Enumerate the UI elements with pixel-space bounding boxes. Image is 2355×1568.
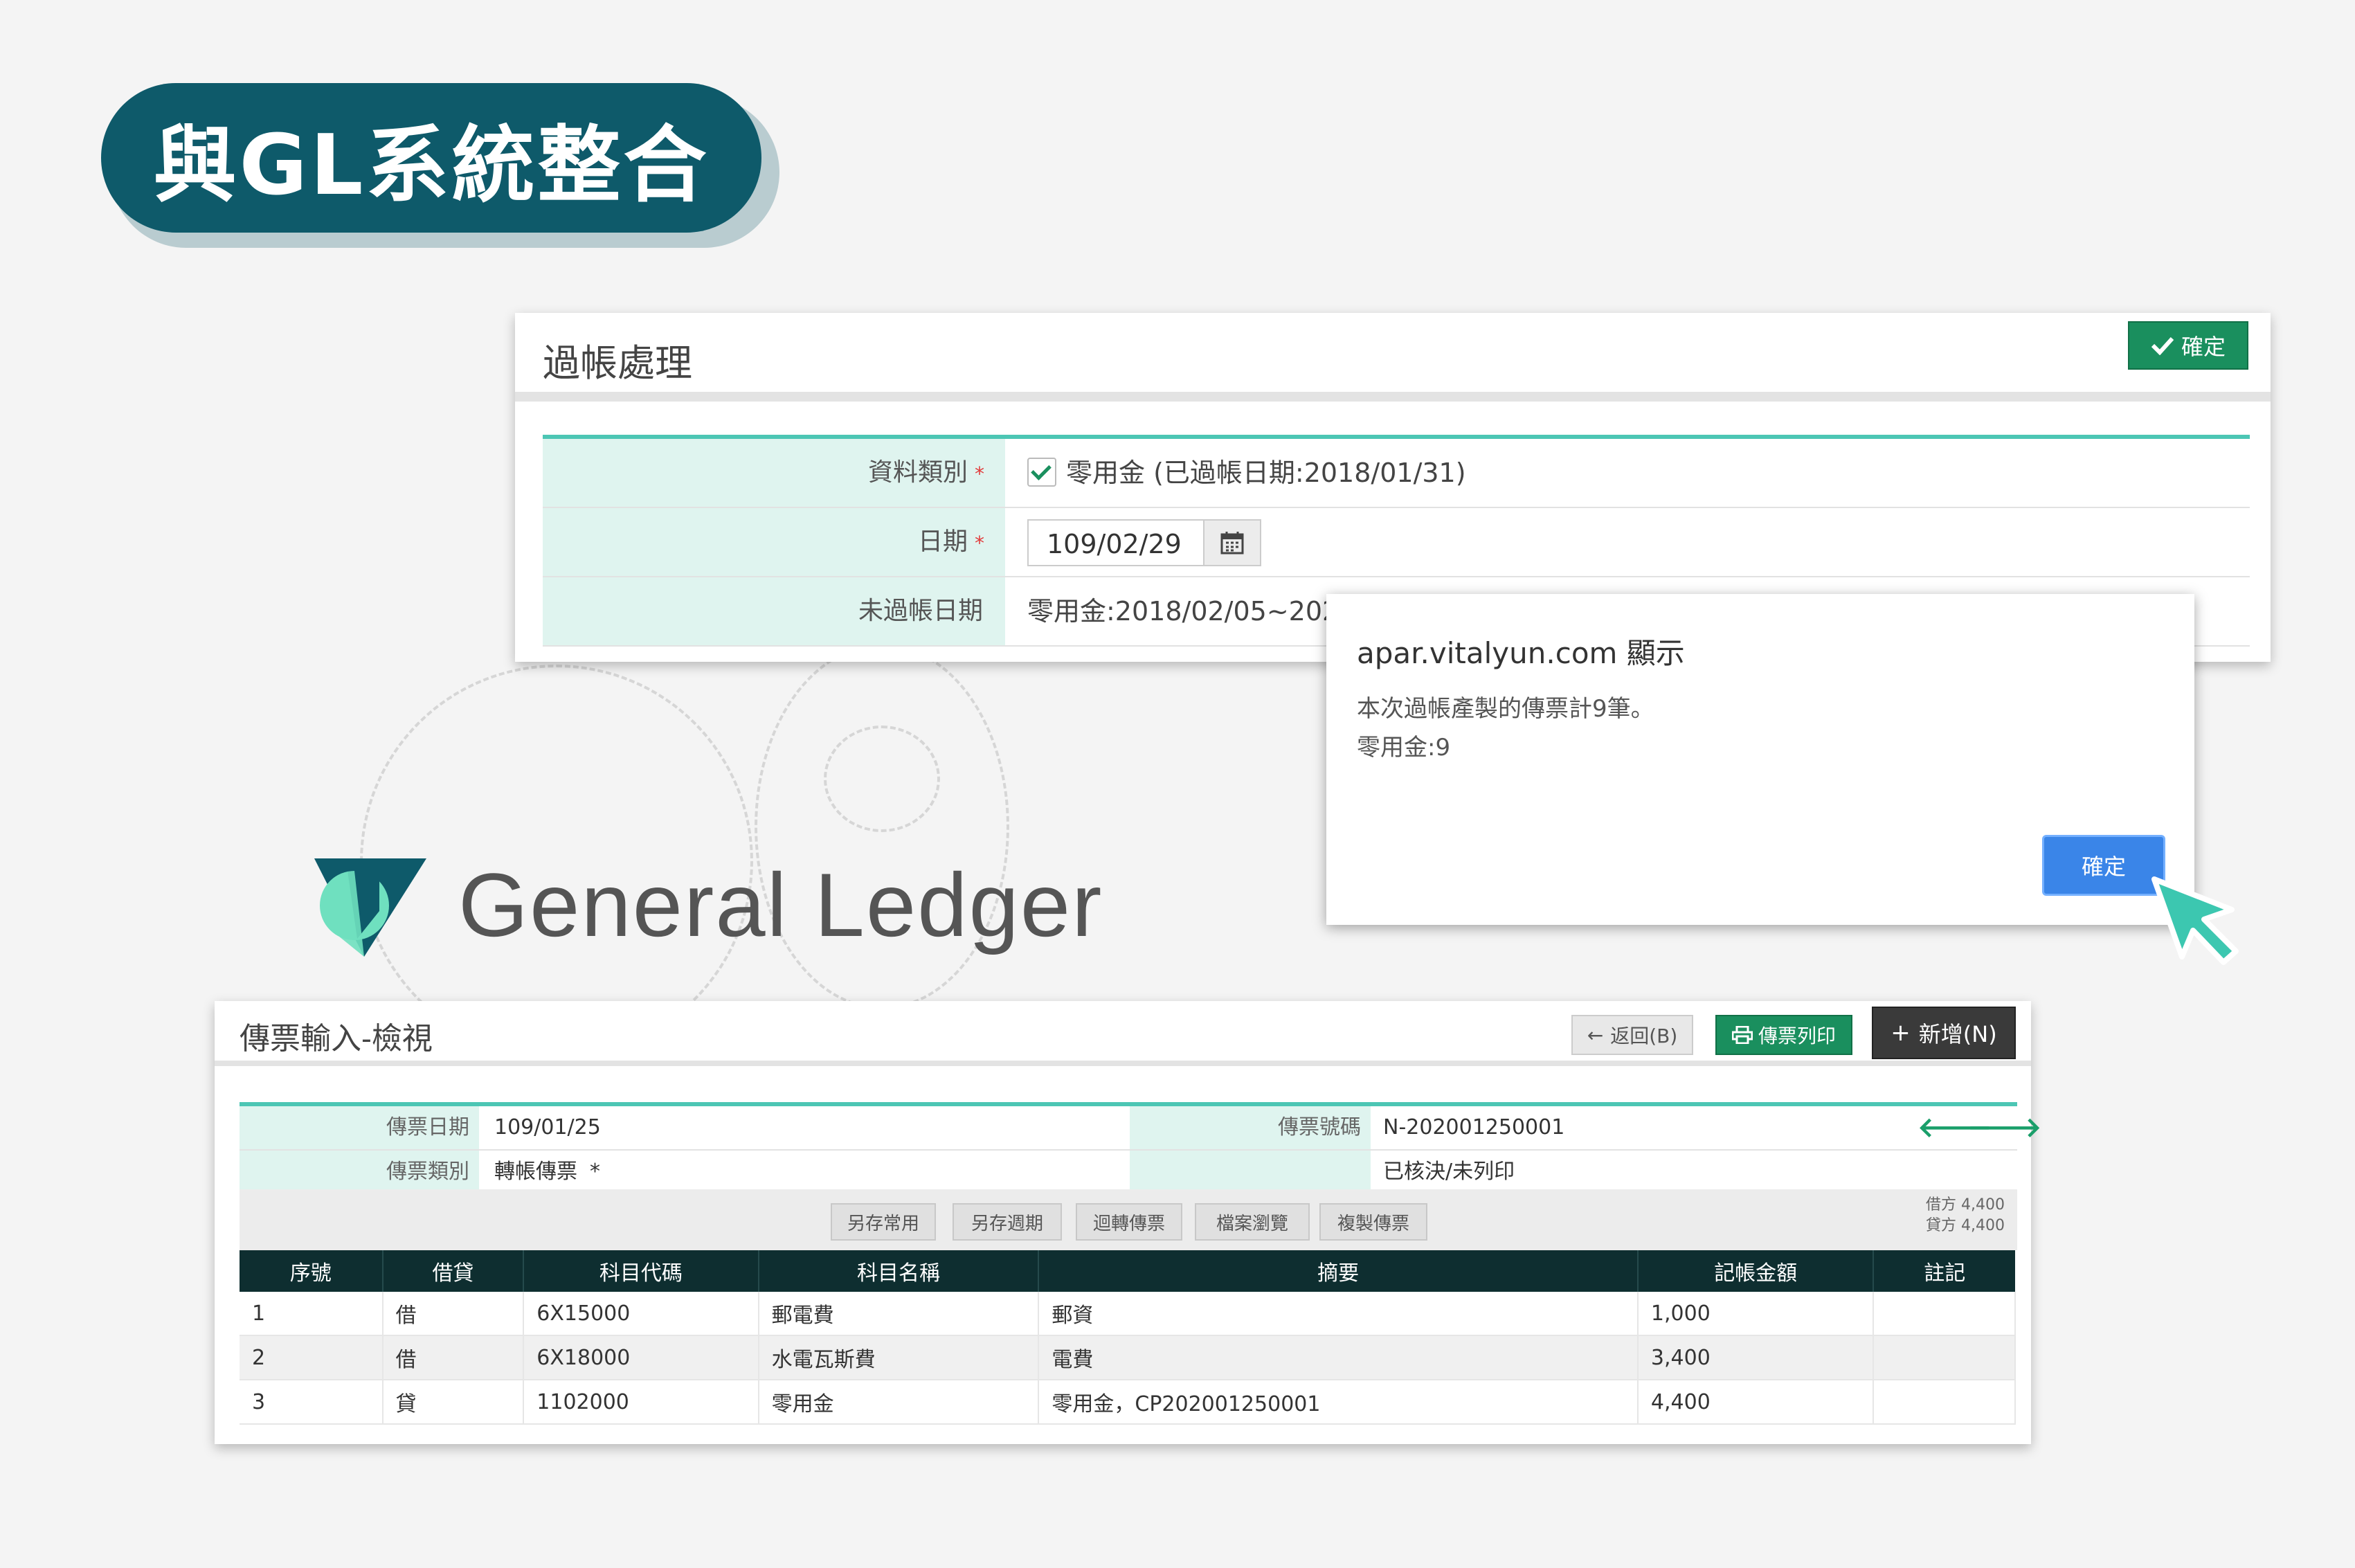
add-new-label: 新增(N) [1918,1021,1997,1047]
arrow-left-icon: ← [1587,1023,1604,1047]
column-header[interactable]: 借貸 [382,1250,525,1292]
voucher-type-marker: * [590,1160,600,1184]
table-cell: 借 [382,1335,525,1380]
table-cell: 6X18000 [523,1335,759,1380]
table-cell: 借 [382,1292,525,1336]
table-cell: 貸 [382,1380,525,1425]
table-cell: 水電瓦斯費 [758,1335,1040,1380]
save-as-periodic-button[interactable]: 另存週期 [953,1203,1062,1241]
posting-panel-title: 過帳處理 [543,341,692,385]
required-mark: * [975,462,984,485]
table-row[interactable]: 2 借 6X18000 水電瓦斯費 電費 3,400 [240,1335,2016,1380]
banner-title: 與GL系統整合 [101,83,761,233]
voucher-totals: 借方 4,400 貸方 4,400 [1926,1195,2005,1236]
cursor-icon [2151,876,2239,965]
dialog-ok-button[interactable]: 確定 [2042,835,2165,896]
confirm-button-label: 確定 [2181,334,2226,360]
table-cell: 3,400 [1637,1335,1875,1380]
back-button[interactable]: ← 返回(B) [1571,1015,1693,1055]
general-ledger-logo-icon [314,858,426,957]
data-type-value-text: 零用金 (已過帳日期:2018/01/31) [1066,458,1466,488]
column-header[interactable]: 記帳金額 [1637,1250,1875,1292]
reverse-voucher-button[interactable]: 迴轉傳票 [1076,1203,1182,1241]
check-icon [2151,336,2174,355]
table-cell: 1 [240,1292,384,1336]
voucher-row-1: 傳票日期 109/01/25 傳票號碼 N-202001250001 🡐 🡒 [240,1106,2041,1151]
dialog-message-line1: 本次過帳產製的傳票計9筆。 [1357,695,1654,723]
table-cell: 零用金 [758,1380,1040,1425]
voucher-status-value: 已核決/未列印 [1383,1160,1515,1184]
alert-dialog: apar.vitalyun.com 顯示 本次過帳產製的傳票計9筆。 零用金:9… [1326,594,2194,925]
voucher-panel: 傳票輸入-檢視 ← 返回(B) 傳票列印 + 新增(N) 傳票日期 109/01/2… [215,1001,2041,1444]
dialog-message-line2: 零用金:9 [1357,734,1451,762]
table-cell: 4,400 [1637,1380,1875,1425]
voucher-row-2: 傳票類別 轉帳傳票 * 已核決/未列印 [240,1151,2017,1195]
voucher-number-label: 傳票號碼 [1130,1106,1371,1149]
print-voucher-button[interactable]: 傳票列印 [1715,1015,1852,1055]
table-row[interactable]: 1 借 6X15000 郵電費 郵資 1,000 [240,1292,2016,1336]
copy-voucher-button[interactable]: 複製傳票 [1319,1203,1427,1241]
dialog-title: apar.vitalyun.com 顯示 [1357,636,1685,670]
column-header[interactable]: 摘要 [1038,1250,1639,1292]
form-row-data-type: 資料類別 * 零用金 (已過帳日期:2018/01/31) [543,439,2250,508]
data-type-checkbox[interactable] [1027,457,1056,487]
posting-panel-header: 過帳處理 確定 [515,313,2271,402]
data-type-label-text: 資料類別 [867,458,968,487]
data-type-value: 零用金 (已過帳日期:2018/01/31) [1027,439,1466,507]
add-new-button[interactable]: + 新增(N) [1872,1007,2016,1059]
voucher-entries-table: 序號 借貸 科目代碼 科目名稱 摘要 記帳金額 註記 1 借 6X15000 郵… [240,1250,2016,1425]
confirm-button[interactable]: 確定 [2128,321,2248,370]
next-voucher-arrow-icon[interactable]: 🡒 [1967,1106,2041,1149]
voucher-action-bar: 另存常用 另存週期 迴轉傳票 檔案瀏覽 複製傳票 借方 4,400 貸方 4,4… [240,1189,2017,1250]
required-mark: * [975,532,984,555]
table-header-row: 序號 借貸 科目代碼 科目名稱 摘要 記帳金額 註記 [240,1250,2015,1292]
column-header[interactable]: 科目代碼 [523,1250,759,1292]
column-header[interactable]: 序號 [240,1250,384,1292]
date-label: 日期 * [543,508,1005,576]
print-voucher-label: 傳票列印 [1758,1025,1836,1047]
table-cell [1873,1292,2016,1336]
save-as-common-button[interactable]: 另存常用 [831,1203,936,1241]
voucher-date-label: 傳票日期 [240,1106,479,1149]
table-cell: 郵資 [1038,1292,1639,1336]
voucher-form: 傳票日期 109/01/25 傳票號碼 N-202001250001 🡐 🡒 傳… [240,1102,2041,1195]
browse-files-button[interactable]: 檔案瀏覽 [1195,1203,1310,1241]
column-header[interactable]: 註記 [1873,1250,2015,1292]
form-row-date: 日期 * 109/02/29 [543,508,2250,577]
table-cell: 6X15000 [523,1292,759,1336]
unposted-date-label: 未過帳日期 [543,577,1005,645]
plus-icon: + [1891,1019,1911,1047]
voucher-panel-title: 傳票輸入-檢視 [240,1021,433,1056]
general-ledger-logo-text: General Ledger [458,854,1103,955]
back-button-label: 返回(B) [1610,1025,1678,1047]
voucher-number-value: N-202001250001 [1383,1115,1565,1139]
voucher-type-label: 傳票類別 [240,1151,479,1193]
date-input[interactable]: 109/02/29 [1027,519,1204,566]
data-type-label: 資料類別 * [543,439,1005,507]
voucher-type-value: 轉帳傳票 * [494,1151,600,1193]
calendar-icon [1220,532,1244,555]
table-cell: 電費 [1038,1335,1639,1380]
calendar-button[interactable] [1204,519,1261,566]
unposted-date-value: 零用金:2018/02/05~2020 [1027,596,1356,627]
table-cell: 1,000 [1637,1292,1875,1336]
voucher-type-value-text: 轉帳傳票 [494,1160,577,1184]
table-cell [1873,1380,2016,1425]
table-cell: 郵電費 [758,1292,1040,1336]
credit-total: 貸方 4,400 [1926,1217,2005,1234]
table-cell: 2 [240,1335,384,1380]
table-cell [1873,1335,2016,1380]
debit-total: 借方 4,400 [1926,1196,2005,1214]
table-cell: 零用金，CP202001250001 [1038,1380,1639,1425]
date-label-text: 日期 [917,528,968,556]
voucher-panel-header: 傳票輸入-檢視 ← 返回(B) 傳票列印 + 新增(N) [215,1001,2031,1066]
printer-icon [1731,1026,1753,1044]
table-cell: 1102000 [523,1380,759,1425]
table-cell: 3 [240,1380,384,1425]
voucher-status-label-cell [1130,1151,1371,1193]
table-row[interactable]: 3 貸 1102000 零用金 零用金，CP202001250001 4,400 [240,1380,2016,1425]
voucher-date-value: 109/01/25 [494,1115,601,1139]
column-header[interactable]: 科目名稱 [758,1250,1040,1292]
